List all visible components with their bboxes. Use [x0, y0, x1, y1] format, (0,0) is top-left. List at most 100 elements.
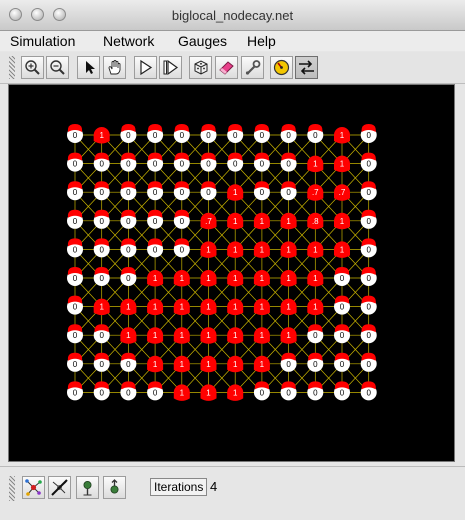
- network-node[interactable]: 0: [280, 152, 297, 172]
- network-node[interactable]: 0: [67, 209, 83, 229]
- menu-help[interactable]: Help: [247, 33, 276, 49]
- network-node[interactable]: 1: [200, 298, 217, 316]
- network-node[interactable]: 0: [173, 209, 190, 229]
- network-node[interactable]: 0: [93, 267, 110, 286]
- network-node[interactable]: 1: [307, 270, 324, 287]
- network-node[interactable]: 0: [334, 352, 350, 372]
- network-node[interactable]: 0: [360, 209, 377, 229]
- network-node[interactable]: 1: [334, 212, 350, 230]
- network-node[interactable]: 0: [93, 152, 110, 172]
- network-node[interactable]: .8: [307, 212, 324, 230]
- network-node[interactable]: 1: [93, 127, 110, 144]
- network-node[interactable]: 0: [93, 209, 110, 229]
- network-node[interactable]: 0: [67, 238, 83, 258]
- network-node[interactable]: 1: [93, 298, 110, 316]
- network-node[interactable]: 0: [334, 324, 350, 344]
- network-node[interactable]: 1: [253, 270, 270, 287]
- network-node[interactable]: 0: [200, 181, 217, 201]
- network-node[interactable]: 0: [147, 238, 164, 258]
- network-node[interactable]: 0: [360, 381, 377, 401]
- network-node[interactable]: 0: [67, 352, 83, 372]
- network-node[interactable]: 0: [334, 267, 350, 286]
- network-node[interactable]: 1: [227, 241, 244, 258]
- network-node[interactable]: 0: [67, 267, 83, 286]
- network-node[interactable]: 0: [67, 152, 83, 172]
- network-node[interactable]: .7: [307, 184, 324, 201]
- network-node[interactable]: 0: [307, 381, 324, 401]
- network-node[interactable]: 0: [280, 352, 297, 372]
- run-button[interactable]: [134, 56, 157, 79]
- network-node[interactable]: .7: [334, 184, 350, 201]
- network-node[interactable]: 0: [147, 124, 164, 143]
- network-node[interactable]: 0: [120, 381, 137, 401]
- network-node[interactable]: 0: [307, 124, 324, 143]
- network-node[interactable]: 0: [120, 267, 137, 286]
- network-node[interactable]: 1: [120, 327, 137, 344]
- network-node[interactable]: 0: [147, 381, 164, 401]
- network-node[interactable]: 0: [200, 124, 217, 143]
- network-node[interactable]: 1: [280, 327, 297, 344]
- network-node[interactable]: 1: [227, 270, 244, 287]
- network-node[interactable]: 0: [67, 181, 83, 201]
- status-grip[interactable]: [9, 476, 15, 501]
- network-node[interactable]: 0: [253, 124, 270, 143]
- network-node[interactable]: 0: [67, 295, 83, 315]
- randomize-button[interactable]: [189, 56, 212, 79]
- select-button[interactable]: [77, 56, 100, 79]
- network-node[interactable]: 1: [227, 327, 244, 344]
- network-node[interactable]: 1: [253, 241, 270, 258]
- network-node[interactable]: 0: [120, 152, 137, 172]
- menu-gauges[interactable]: Gauges: [178, 33, 227, 49]
- eraser-button[interactable]: [215, 56, 238, 79]
- network-node[interactable]: 0: [120, 181, 137, 201]
- network-node[interactable]: 1: [227, 184, 244, 201]
- network-node[interactable]: 0: [93, 181, 110, 201]
- network-tool-button[interactable]: [22, 476, 45, 499]
- network-node[interactable]: 0: [280, 181, 297, 201]
- network-node[interactable]: 0: [120, 352, 137, 372]
- network-node[interactable]: 1: [280, 270, 297, 287]
- network-node[interactable]: 1: [334, 241, 350, 258]
- network-node[interactable]: 1: [227, 298, 244, 316]
- network-node[interactable]: 0: [227, 124, 244, 143]
- network-node[interactable]: 1: [173, 384, 190, 401]
- network-node[interactable]: 0: [120, 124, 137, 143]
- network-node[interactable]: 0: [360, 295, 377, 315]
- network-node[interactable]: 0: [360, 124, 377, 143]
- network-node[interactable]: 1: [334, 127, 350, 144]
- network-node[interactable]: 0: [360, 324, 377, 344]
- network-node[interactable]: 1: [147, 298, 164, 316]
- network-node[interactable]: 1: [200, 270, 217, 287]
- network-node[interactable]: 1: [173, 327, 190, 344]
- pin-tool-button[interactable]: [76, 476, 99, 499]
- network-node[interactable]: 1: [307, 241, 324, 258]
- network-node[interactable]: 1: [253, 355, 270, 373]
- network-node[interactable]: 1: [280, 241, 297, 258]
- network-node[interactable]: 0: [360, 352, 377, 372]
- network-node[interactable]: 1: [334, 155, 350, 173]
- clear-network-tool-button[interactable]: [48, 476, 71, 499]
- network-node[interactable]: 1: [227, 384, 244, 401]
- network-node[interactable]: 0: [360, 181, 377, 201]
- network-node[interactable]: 1: [253, 298, 270, 316]
- network-node[interactable]: 0: [307, 324, 324, 344]
- toolbar-grip[interactable]: [9, 56, 15, 79]
- network-node[interactable]: 0: [334, 381, 350, 401]
- zoom-in-button[interactable]: [21, 56, 44, 79]
- network-graph[interactable]: 0 1 0 0 0 0 0 0 0 0 1 0 0 0 0 0 0 0 0 0 0 1 1 0 0 0 0 0 0 0 1 0 0 .7 .7 0 0 0…: [9, 85, 456, 463]
- network-node[interactable]: 0: [67, 381, 83, 401]
- network-canvas[interactable]: 0 1 0 0 0 0 0 0 0 0 1 0 0 0 0 0 0 0 0 0 0 1 1 0 0 0 0 0 0 0 1 0 0 .7 .7 0 0 0…: [8, 84, 455, 462]
- settings-button[interactable]: [241, 56, 264, 79]
- network-node[interactable]: 1: [173, 270, 190, 287]
- network-node[interactable]: 0: [173, 238, 190, 258]
- network-node[interactable]: 0: [334, 295, 350, 315]
- network-node[interactable]: 1: [147, 327, 164, 344]
- network-node[interactable]: 0: [280, 124, 297, 143]
- network-node[interactable]: 0: [173, 181, 190, 201]
- network-node[interactable]: 0: [147, 209, 164, 229]
- network-node[interactable]: 0: [120, 238, 137, 258]
- network-node[interactable]: 1: [280, 212, 297, 230]
- network-node[interactable]: 0: [93, 238, 110, 258]
- network-node[interactable]: 0: [360, 152, 377, 172]
- network-node[interactable]: 0: [173, 124, 190, 143]
